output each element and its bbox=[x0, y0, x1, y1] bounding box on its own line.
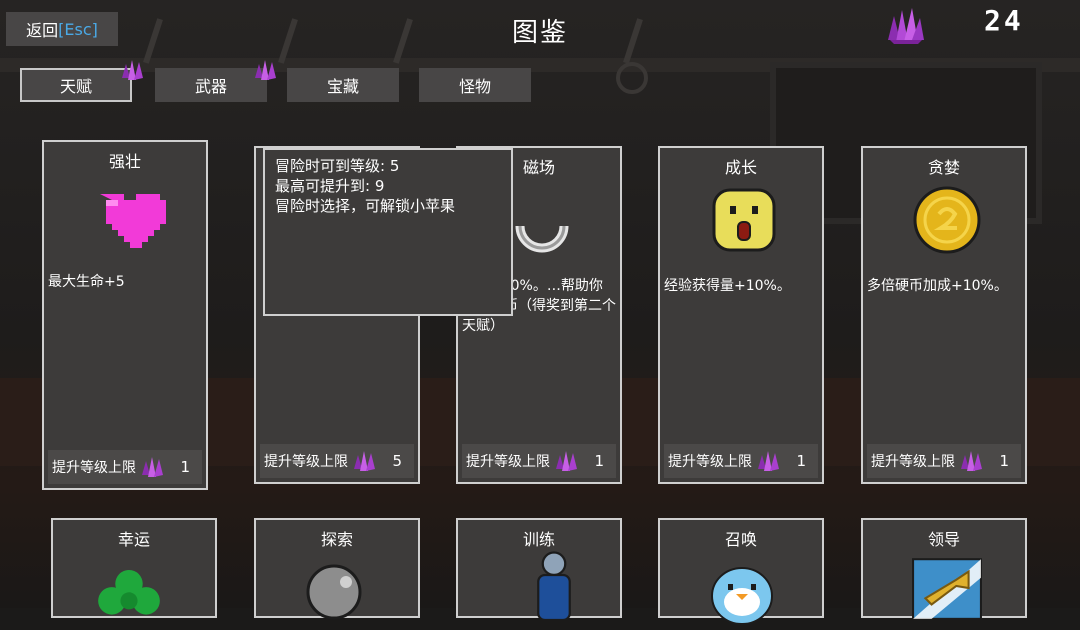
upgrade-level: 1 bbox=[180, 458, 190, 476]
card-name: 召唤 bbox=[724, 530, 757, 549]
penguin-icon bbox=[711, 567, 773, 625]
purple-crystal-icon bbox=[961, 451, 982, 471]
purple-crystal-icon bbox=[142, 457, 163, 477]
background-strap bbox=[143, 18, 163, 64]
tab-talent[interactable]: 天赋 bbox=[20, 68, 132, 102]
upgrade-level: 1 bbox=[796, 452, 806, 470]
gold-coin-icon bbox=[913, 186, 981, 254]
upgrade-level: 5 bbox=[392, 452, 402, 470]
upgrade-limit-button[interactable]: 提升等级上限 1 bbox=[664, 444, 818, 478]
blue-figure-icon bbox=[537, 551, 571, 620]
purple-crystal-icon bbox=[556, 451, 577, 471]
talent-card-leadership[interactable]: 领导 bbox=[861, 518, 1027, 620]
purple-crystal-icon bbox=[758, 451, 779, 471]
card-description: 多倍硬币加成+10%。 bbox=[867, 278, 1008, 294]
tab-label: 天赋 bbox=[59, 77, 92, 96]
upgrade-limit-button[interactable]: 提升等级上限 1 bbox=[48, 450, 202, 484]
upgrade-label: 提升等级上限 bbox=[52, 460, 136, 476]
upgrade-limit-button[interactable]: 提升等级上限 5 bbox=[260, 444, 414, 478]
tab-new-crystal-icon bbox=[122, 60, 143, 80]
talent-card-training[interactable]: 训练 bbox=[456, 518, 622, 620]
background-strap bbox=[623, 18, 643, 64]
background-strap bbox=[393, 18, 413, 64]
upgrade-label: 提升等级上限 bbox=[871, 454, 955, 470]
talent-card-greed[interactable]: 贪婪 多倍硬币加成+10%。 提升等级上限 1 bbox=[861, 146, 1027, 484]
magnifier-icon bbox=[306, 564, 362, 620]
card-name: 贪婪 bbox=[927, 158, 960, 177]
magnet-icon bbox=[515, 225, 569, 253]
upgrade-label: 提升等级上限 bbox=[264, 454, 348, 470]
tab-new-crystal-icon bbox=[255, 60, 276, 80]
talent-card-explore[interactable]: 探索 bbox=[254, 518, 420, 620]
trumpet-icon bbox=[912, 558, 982, 620]
purple-crystal-icon bbox=[354, 451, 375, 471]
pink-heart-icon bbox=[100, 194, 166, 248]
tab-label: 宝藏 bbox=[326, 77, 359, 96]
card-name: 成长 bbox=[724, 158, 757, 177]
tooltip-line: 冒险时选择，可解锁小苹果 bbox=[275, 197, 456, 215]
back-label: 返回 bbox=[26, 21, 59, 40]
talent-tooltip: 冒险时可到等级: 5 最高可提升到: 9 冒险时选择，可解锁小苹果 bbox=[263, 148, 513, 316]
upgrade-label: 提升等级上限 bbox=[668, 454, 752, 470]
upgrade-limit-button[interactable]: 提升等级上限 1 bbox=[462, 444, 616, 478]
purple-crystal-icon bbox=[888, 8, 924, 44]
upgrade-label: 提升等级上限 bbox=[466, 454, 550, 470]
gem-count: 24 bbox=[984, 4, 1024, 37]
clover-icon bbox=[98, 570, 160, 615]
card-description: 最大生命+5 bbox=[48, 274, 125, 290]
upgrade-limit-button[interactable]: 提升等级上限 1 bbox=[867, 444, 1021, 478]
talent-card-growth[interactable]: 成长 经验获得量+10%。 提升等级上限 1 bbox=[658, 146, 824, 484]
background-ring bbox=[616, 62, 648, 94]
card-name: 训练 bbox=[522, 530, 555, 549]
back-button[interactable]: 返回 [Esc] bbox=[6, 12, 118, 46]
card-description: 经验获得量+10%。 bbox=[664, 278, 791, 294]
card-name: 领导 bbox=[927, 530, 960, 549]
card-name: 幸运 bbox=[117, 530, 150, 549]
tab-treasure[interactable]: 宝藏 bbox=[287, 68, 399, 102]
tooltip-line: 冒险时可到等级: 5 bbox=[275, 157, 400, 175]
background-strap bbox=[278, 18, 298, 64]
talent-card-strong[interactable]: 强壮 最大生命+5 提升等级上限 1 bbox=[42, 140, 208, 490]
page-title: 图鉴 bbox=[511, 18, 568, 48]
tab-label: 武器 bbox=[194, 77, 227, 96]
talent-card-summon[interactable]: 召唤 bbox=[658, 518, 824, 625]
tab-monster[interactable]: 怪物 bbox=[419, 68, 531, 102]
talent-card-luck[interactable]: 幸运 bbox=[51, 518, 217, 618]
upgrade-level: 1 bbox=[999, 452, 1009, 470]
tab-weapon[interactable]: 武器 bbox=[155, 68, 267, 102]
tooltip-line: 最高可提升到: 9 bbox=[275, 177, 385, 195]
back-key-hint: [Esc] bbox=[58, 19, 98, 39]
tab-label: 怪物 bbox=[458, 77, 491, 96]
yellow-face-icon bbox=[712, 188, 776, 252]
upgrade-level: 1 bbox=[594, 452, 604, 470]
card-name: 强壮 bbox=[108, 152, 141, 171]
card-name: 探索 bbox=[320, 530, 353, 549]
